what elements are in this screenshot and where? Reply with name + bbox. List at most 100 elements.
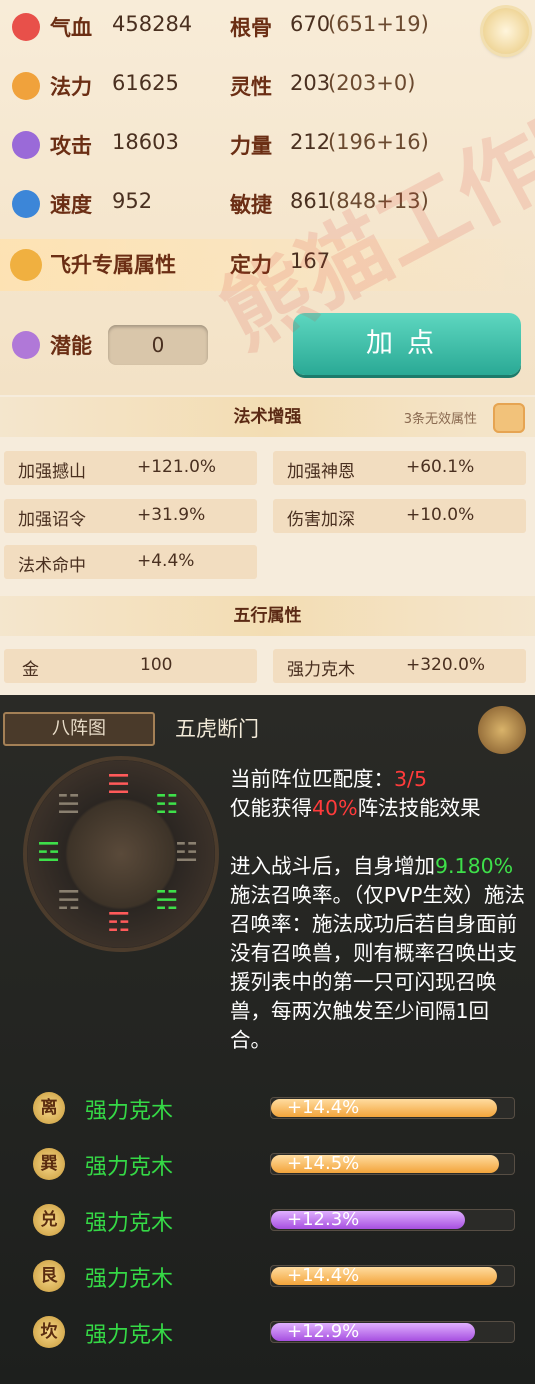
potential-value: 0 <box>108 325 208 365</box>
stat-value: 61625 <box>112 71 179 95</box>
attr-cell: 强力克木 +320.0% <box>273 649 526 683</box>
flame-icon <box>10 249 42 281</box>
spirit-icon <box>12 331 40 359</box>
attr-value: +60.1% <box>406 457 475 477</box>
stat-value: 458284 <box>112 12 193 36</box>
attr-name: 加强撼山 <box>18 462 86 482</box>
stat-label: 气血 <box>50 16 92 40</box>
attr-cell: 金 100 <box>4 649 257 683</box>
stat-label: 攻击 <box>50 134 92 158</box>
bar-value: +12.9% <box>287 1321 360 1342</box>
row-name: 强力克木 <box>85 1211 174 1236</box>
attr-cell: 加强神恩 +60.1% <box>273 451 526 485</box>
stat-label-2: 灵性 <box>230 75 272 99</box>
trigram-badge: 艮 <box>33 1260 65 1292</box>
match-value: 3/5 <box>394 767 427 791</box>
attr-value: +121.0% <box>137 457 217 477</box>
stat-label-2: 根骨 <box>230 16 272 40</box>
attr-value: +320.0% <box>406 655 486 675</box>
formation-row: 离 强力克木 +14.4% <box>0 1084 535 1140</box>
attr-name: 强力克木 <box>287 660 355 680</box>
stat-extra-2: (651+19) <box>328 12 429 36</box>
row-name: 强力克木 <box>85 1155 174 1180</box>
trigram-badge: 兑 <box>33 1204 65 1236</box>
attr-name: 加强神恩 <box>287 462 355 482</box>
gain-line: 仅能获得40%阵法技能效果 <box>230 796 481 820</box>
sword-icon <box>12 131 40 159</box>
attr-name: 法术命中 <box>18 556 86 576</box>
blood-drop-icon <box>12 13 40 41</box>
stat-row-hp: 气血 458284 根骨 670 (651+19) <box>0 2 535 52</box>
attr-value: 100 <box>140 655 173 675</box>
stat-value-2: 670 <box>290 12 331 36</box>
attr-cell: 加强诏令 +31.9% <box>4 499 257 533</box>
trigram-icon: ☷ <box>155 790 179 820</box>
attr-cell: 伤害加深 +10.0% <box>273 499 526 533</box>
trigram-badge: 坎 <box>33 1316 65 1348</box>
magic-title: 法术增强 <box>233 407 302 427</box>
gain-pct: 40% <box>312 796 358 820</box>
formation-description: 当前阵位匹配度：3/5 仅能获得40%阵法技能效果 进入战斗后，自身增加9.18… <box>230 765 530 1055</box>
row-name: 强力克木 <box>85 1323 174 1348</box>
effect-pct: 9.180% <box>435 854 514 878</box>
trigram-icon: ☳ <box>175 838 199 868</box>
progress-bar: +14.4% <box>270 1265 515 1287</box>
potential-label: 潜能 <box>50 334 92 358</box>
swap-icon[interactable] <box>483 8 529 54</box>
progress-bar: +12.3% <box>270 1209 515 1231</box>
formation-row: 巽 强力克木 +14.5% <box>0 1140 535 1196</box>
attr-cell: 加强撼山 +121.0% <box>4 451 257 485</box>
bar-value: +12.3% <box>287 1209 360 1230</box>
progress-bar: +12.9% <box>270 1321 515 1343</box>
row-name: 强力克木 <box>85 1099 174 1124</box>
attr-value: +10.0% <box>406 505 475 525</box>
stat-label: 法力 <box>50 75 92 99</box>
trigram-icon: ☱ <box>57 790 81 820</box>
progress-bar: +14.4% <box>270 1097 515 1119</box>
stat-label: 速度 <box>50 193 92 217</box>
formation-row: 坎 强力克木 +12.9% <box>0 1308 535 1364</box>
formation-row: 艮 强力克木 +14.4% <box>0 1252 535 1308</box>
row-name: 强力克木 <box>85 1267 174 1292</box>
match-line: 当前阵位匹配度：3/5 <box>230 767 427 791</box>
stat-row-mp: 法力 61625 灵性 203 (203+0) <box>0 61 535 111</box>
trigram-icon: ☲ <box>37 838 61 868</box>
trigram-icon: ☴ <box>57 886 81 916</box>
trigram-badge: 巽 <box>33 1148 65 1180</box>
attr-value: +31.9% <box>137 505 206 525</box>
effect-text: 进入战斗后，自身增加9.180%施法召唤率。（仅PVP生效）施法召唤率：施法成功… <box>230 854 525 1052</box>
stat-label-2: 力量 <box>230 134 272 158</box>
formation-row: 兑 强力克木 +12.3% <box>0 1196 535 1252</box>
stat-value: 952 <box>112 189 153 213</box>
boot-icon <box>12 190 40 218</box>
attr-name: 伤害加深 <box>287 510 355 530</box>
bagua-wheel: ☰ ☷ ☳ ☵ ☶ ☴ ☲ ☱ <box>27 760 215 948</box>
trigram-badge: 离 <box>33 1092 65 1124</box>
stat-value-2: 203 <box>290 71 331 95</box>
formation-name: 五虎断门 <box>175 717 259 741</box>
trigram-icon: ☰ <box>107 770 131 800</box>
progress-bar: +14.5% <box>270 1153 515 1175</box>
swirl-icon <box>12 72 40 100</box>
magic-boost-panel: 法术增强 3条无效属性 加强撼山 +121.0% 加强神恩 +60.1% 加强诏… <box>0 395 535 695</box>
stat-value-2: 212 <box>290 130 331 154</box>
attr-cell: 法术命中 +4.4% <box>4 545 257 579</box>
stat-label-2: 敏捷 <box>230 193 272 217</box>
stat-value: 18603 <box>112 130 179 154</box>
stat-extra-2: (203+0) <box>328 71 416 95</box>
trigram-icon: ☵ <box>155 886 179 916</box>
attr-value: +4.4% <box>137 551 195 571</box>
invalid-note: 3条无效属性 <box>403 412 477 427</box>
five-elements-header: 五行属性 <box>0 596 535 636</box>
fly-label: 飞升专属属性 <box>50 253 176 277</box>
attr-name: 金 <box>22 660 39 680</box>
bar-value: +14.4% <box>287 1097 360 1118</box>
chevron-down-icon[interactable] <box>493 403 525 433</box>
attr-name: 加强诏令 <box>18 510 86 530</box>
tab-formation[interactable]: 八阵图 <box>3 712 155 746</box>
five-title: 五行属性 <box>233 606 302 626</box>
bar-value: +14.4% <box>287 1265 360 1286</box>
bar-value: +14.5% <box>287 1153 360 1174</box>
share-icon[interactable] <box>478 706 526 754</box>
trigram-icon: ☶ <box>107 908 131 938</box>
